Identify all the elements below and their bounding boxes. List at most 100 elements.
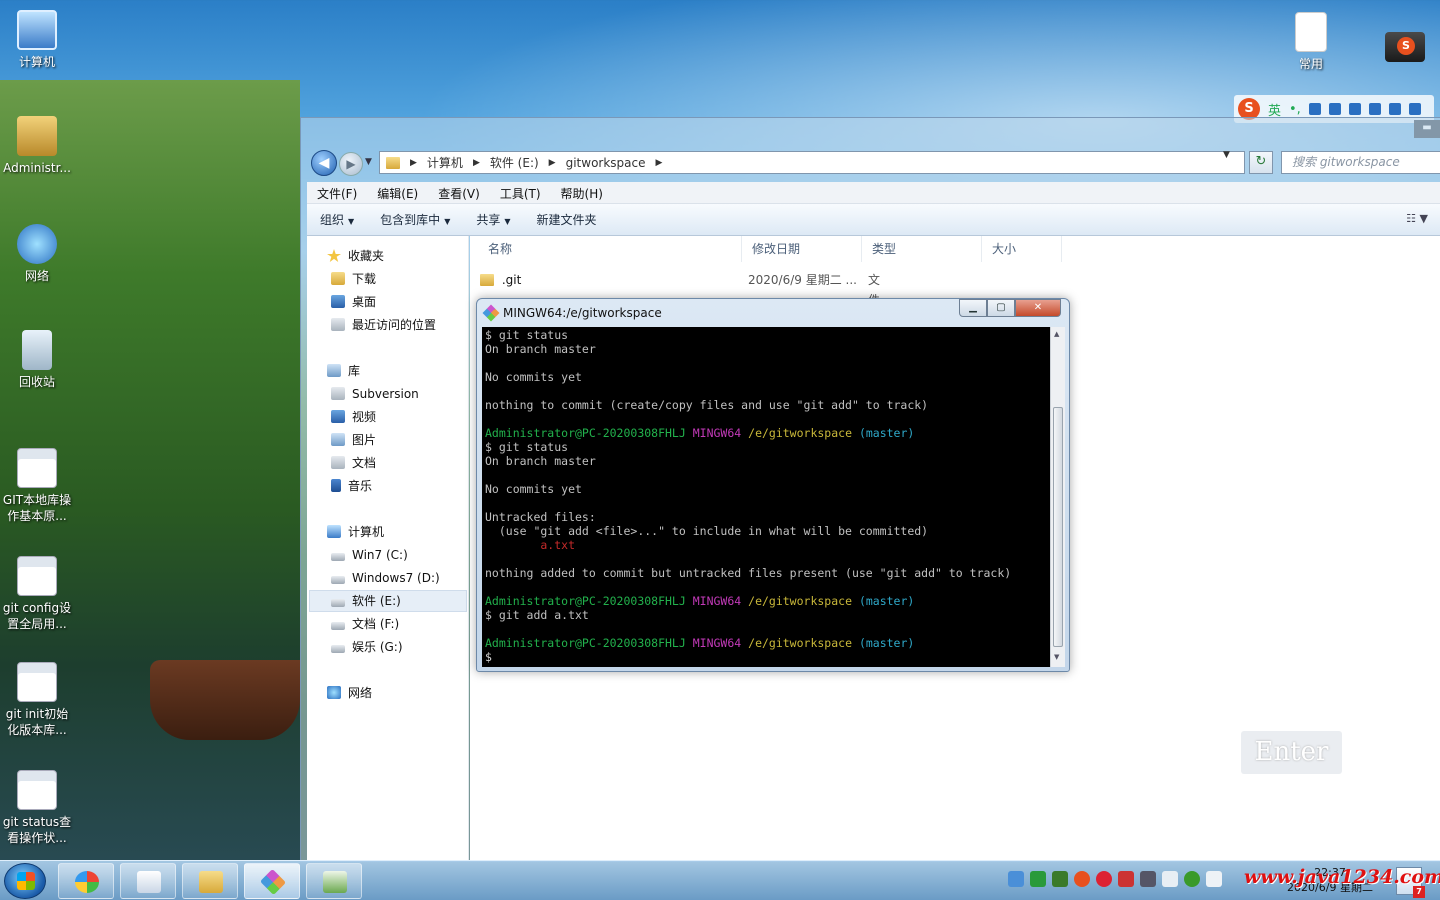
- desktop-icon-recycle-bin[interactable]: 回收站: [0, 330, 74, 390]
- back-button[interactable]: ◀: [311, 150, 337, 176]
- tray-nvidia-icon[interactable]: [1052, 871, 1068, 887]
- search-input[interactable]: 搜索 gitworkspace: [1281, 151, 1440, 174]
- breadcrumb-gitworkspace[interactable]: gitworkspace: [566, 156, 646, 170]
- tray-app-icon[interactable]: [1096, 871, 1112, 887]
- column-header-name[interactable]: 名称: [478, 236, 742, 262]
- nav-favorites[interactable]: 收藏夹: [327, 246, 384, 266]
- desktop-icon-common[interactable]: 常用: [1274, 12, 1348, 72]
- prompt-system: MINGW64: [692, 636, 742, 650]
- desktop-icon-network[interactable]: 网络: [0, 224, 74, 284]
- terminal-input-line[interactable]: $: [485, 650, 1047, 664]
- taskbar-app-git-bash[interactable]: [244, 863, 300, 899]
- nav-label: 网络: [348, 686, 373, 700]
- computer-icon: [327, 525, 341, 538]
- tray-update-icon[interactable]: [1184, 871, 1200, 887]
- scroll-down-icon[interactable]: ▼: [1054, 653, 1059, 661]
- menu-view[interactable]: 查看(V): [428, 182, 490, 203]
- taskbar-app-explorer[interactable]: [182, 863, 238, 899]
- nav-network[interactable]: 网络: [327, 683, 372, 703]
- terminal-output[interactable]: $ git status On branch master No commits…: [482, 327, 1050, 667]
- toolbox-icon[interactable]: [1408, 103, 1421, 115]
- include-in-library-button[interactable]: 包含到库中 ▼: [367, 211, 463, 228]
- address-dropdown-icon[interactable]: ▼: [1223, 150, 1230, 160]
- ime-language[interactable]: 英: [1268, 100, 1281, 119]
- recycle-bin-icon: [22, 330, 52, 370]
- history-dropdown-icon[interactable]: ▼: [365, 157, 372, 167]
- column-header-date[interactable]: 修改日期: [742, 236, 862, 262]
- nav-subversion[interactable]: Subversion: [331, 384, 419, 404]
- forward-button[interactable]: ▶: [339, 152, 363, 176]
- nav-videos[interactable]: 视频: [331, 407, 376, 427]
- taskbar-app-notepad[interactable]: [306, 863, 362, 899]
- close-button[interactable]: ✕: [1015, 299, 1061, 317]
- nav-pictures[interactable]: 图片: [331, 430, 376, 450]
- column-header-type[interactable]: 类型: [862, 236, 982, 262]
- nav-recent-places[interactable]: 最近访问的位置: [331, 315, 436, 335]
- terminal-window[interactable]: MINGW64:/e/gitworkspace ▁ ▢ ✕ $ git stat…: [476, 298, 1070, 672]
- menu-help[interactable]: 帮助(H): [551, 182, 613, 203]
- nav-drive-d[interactable]: Windows7 (D:): [331, 568, 440, 588]
- tray-shield-icon[interactable]: [1030, 871, 1046, 887]
- app-360-icon: [75, 871, 99, 893]
- tray-security-icon[interactable]: [1118, 871, 1134, 887]
- desktop-icon-computer[interactable]: 计算机: [0, 10, 74, 70]
- desktop-icon-git-config[interactable]: git config设置全局用...: [0, 556, 74, 632]
- taskbar-app-media[interactable]: [120, 863, 176, 899]
- nav-desktop[interactable]: 桌面: [331, 292, 376, 312]
- menu-tools[interactable]: 工具(T): [490, 182, 551, 203]
- nav-label: Win7 (C:): [352, 548, 408, 562]
- share-button[interactable]: 共享 ▼: [463, 211, 523, 228]
- desktop-icon-label: 计算机: [18, 55, 55, 69]
- tray-device-icon[interactable]: [1140, 871, 1156, 887]
- menu-edit[interactable]: 编辑(E): [367, 182, 428, 203]
- microphone-icon[interactable]: [1328, 103, 1341, 115]
- nav-drive-e[interactable]: 软件 (E:): [331, 591, 401, 611]
- column-header-size[interactable]: 大小: [982, 236, 1062, 262]
- terminal-scrollbar[interactable]: ▲ ▼: [1050, 327, 1065, 667]
- start-button[interactable]: [4, 863, 46, 899]
- tray-sogou-icon[interactable]: [1074, 871, 1090, 887]
- new-folder-button[interactable]: 新建文件夹: [524, 211, 610, 228]
- menu-file[interactable]: 文件(F): [307, 182, 367, 203]
- nav-documents[interactable]: 文档: [331, 453, 376, 473]
- nav-libraries[interactable]: 库: [327, 361, 360, 381]
- skin-icon[interactable]: [1388, 103, 1401, 115]
- ime-punctuation[interactable]: •,: [1289, 102, 1301, 117]
- terminal-title-bar[interactable]: MINGW64:/e/gitworkspace: [482, 302, 662, 324]
- nav-computer[interactable]: 计算机: [327, 522, 384, 542]
- keyboard-icon[interactable]: [1348, 103, 1361, 115]
- terminal-title: MINGW64:/e/gitworkspace: [503, 306, 662, 320]
- document-icon: [331, 456, 345, 469]
- breadcrumb-computer[interactable]: 计算机: [427, 154, 463, 171]
- library-icon: [327, 364, 341, 377]
- taskbar-app-360[interactable]: [58, 863, 114, 899]
- nav-drive-f[interactable]: 文档 (F:): [331, 614, 399, 634]
- desktop-icon-git-status[interactable]: git status查看操作状...: [0, 770, 74, 846]
- desktop-icon-git-basics[interactable]: GIT本地库操作基本原...: [0, 448, 74, 524]
- nav-drive-g[interactable]: 娱乐 (G:): [331, 637, 403, 657]
- scrollbar-thumb[interactable]: [1053, 407, 1063, 647]
- nav-downloads[interactable]: 下载: [331, 269, 376, 289]
- nav-music[interactable]: 音乐: [331, 476, 372, 496]
- tray-network-icon[interactable]: [1008, 871, 1024, 887]
- organize-button[interactable]: 组织 ▼: [307, 211, 367, 228]
- table-row[interactable]: .git 2020/6/9 星期二 ... 文件夹: [480, 270, 880, 327]
- refresh-button[interactable]: ↻: [1249, 151, 1273, 174]
- desktop-icon-label: Administr...: [3, 161, 71, 175]
- desktop-icon-git-init[interactable]: git init初始化版本库...: [0, 662, 74, 738]
- notepad-icon: [323, 871, 347, 893]
- sogou-mini-widget[interactable]: S: [1385, 32, 1425, 62]
- nav-drive-c[interactable]: Win7 (C:): [331, 545, 408, 565]
- nav-label: 下载: [352, 272, 377, 286]
- breadcrumb-drive-e[interactable]: 软件 (E:): [490, 154, 539, 171]
- minimize-button[interactable]: ▁: [959, 299, 987, 317]
- view-options-icon[interactable]: ☷ ▼: [1406, 212, 1428, 225]
- user-icon[interactable]: [1368, 103, 1381, 115]
- tray-notification-icon[interactable]: [1162, 871, 1178, 887]
- tray-volume-icon[interactable]: [1206, 871, 1222, 887]
- address-bar[interactable]: ▶ 计算机 ▶ 软件 (E:) ▶ gitworkspace ▶: [379, 151, 1245, 174]
- scroll-up-icon[interactable]: ▲: [1054, 330, 1059, 338]
- emoji-icon[interactable]: [1308, 103, 1321, 115]
- maximize-button[interactable]: ▢: [987, 299, 1015, 317]
- desktop-icon-administrator[interactable]: Administr...: [0, 116, 74, 176]
